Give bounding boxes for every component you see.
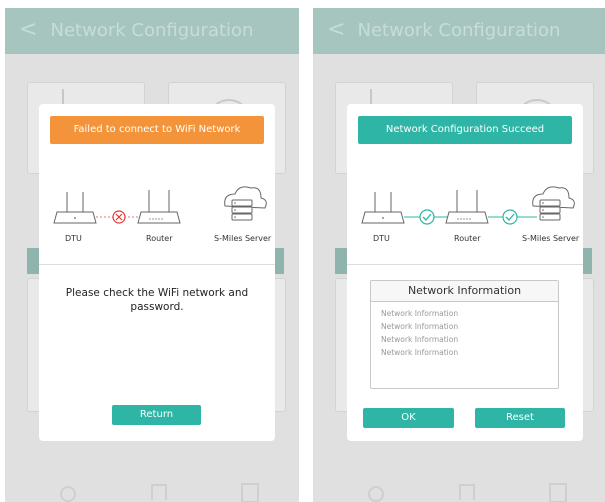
left-screen: < Network Configuration Failed to connec…	[5, 8, 299, 502]
success-banner: Network Configuration Succeed	[358, 116, 572, 144]
app-header: < Network Configuration	[313, 8, 605, 54]
router-icon	[137, 190, 181, 224]
check-icon	[419, 209, 435, 225]
info-icon[interactable]	[368, 486, 384, 502]
ok-button[interactable]: OK	[363, 408, 454, 428]
check-icon	[502, 209, 518, 225]
divider	[347, 264, 583, 265]
diagram-graphic	[361, 186, 575, 225]
right-screen: < Network Configuration Network Configur…	[313, 8, 605, 502]
fail-banner: Failed to connect to WiFi Network	[50, 116, 264, 144]
dtu-label: DTU	[373, 234, 390, 243]
error-icon	[112, 210, 126, 224]
server-cloud-icon	[532, 186, 575, 221]
dtu-icon	[361, 192, 405, 224]
router-label: Router	[454, 234, 481, 243]
dtu-label: DTU	[65, 234, 82, 243]
network-info-box: Network Information Network Information …	[370, 280, 559, 389]
router-icon	[445, 190, 489, 224]
bottom-nav	[5, 480, 299, 502]
server-label: S-Miles Server	[214, 234, 272, 243]
bottom-nav	[313, 480, 605, 502]
reset-button[interactable]: Reset	[475, 408, 565, 428]
list-item: Network Information	[381, 335, 459, 344]
info-icon[interactable]	[60, 486, 76, 502]
network-info-title: Network Information	[371, 281, 558, 302]
page-title: Network Configuration	[50, 20, 254, 41]
page-title: Network Configuration	[357, 20, 561, 41]
connection-diagram: DTU Router S-Miles Server	[347, 174, 583, 244]
chart-icon[interactable]	[151, 484, 167, 500]
app-header: < Network Configuration	[5, 8, 299, 54]
connection-diagram: DTU Router S-Miles Server	[39, 174, 275, 244]
list-item: Network Information	[381, 348, 459, 357]
divider	[39, 264, 275, 265]
list-icon[interactable]	[241, 483, 259, 502]
success-dialog: Network Configuration Succeed DTU Router…	[347, 104, 583, 441]
fail-dialog: Failed to connect to WiFi Network DTU Ro…	[39, 104, 275, 441]
list-icon[interactable]	[549, 483, 567, 502]
list-item: Network Information	[381, 322, 459, 331]
list-item: Network Information	[381, 309, 459, 318]
diagram-graphic	[53, 186, 267, 224]
network-info-list: Network Information Network Information …	[381, 307, 458, 359]
router-label: Router	[146, 234, 173, 243]
server-label: S-Miles Server	[522, 234, 580, 243]
return-button[interactable]: Return	[112, 405, 201, 425]
server-cloud-icon	[224, 186, 267, 221]
dtu-icon	[53, 192, 97, 224]
error-message: Please check the WiFi network and passwo…	[65, 287, 249, 313]
chart-icon[interactable]	[459, 484, 475, 500]
